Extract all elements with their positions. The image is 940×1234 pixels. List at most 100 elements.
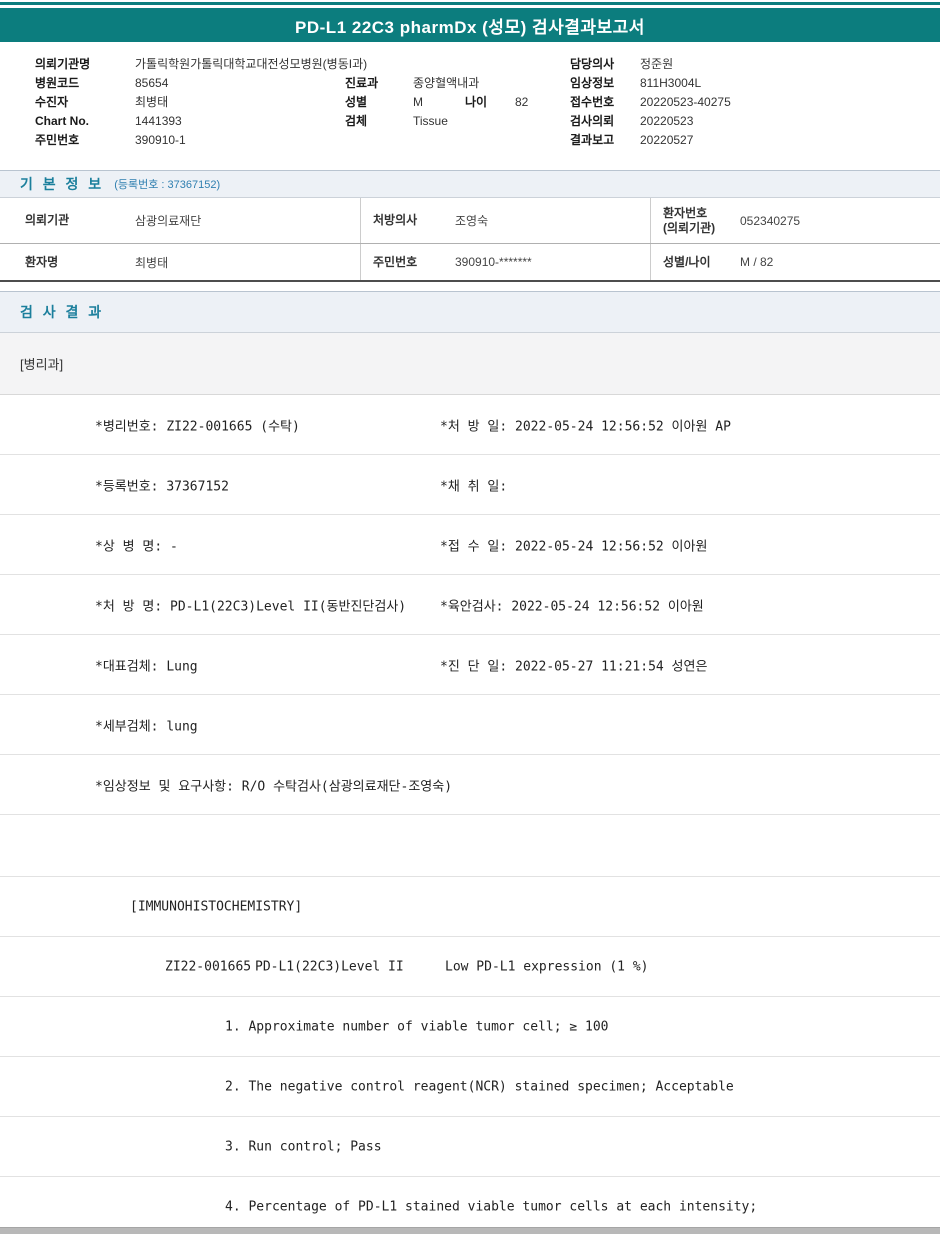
info-row: 병원코드 85654 — [35, 73, 367, 92]
detail-left-text: *처 방 명: PD-L1(22C3)Level II(동반진단검사) — [95, 599, 407, 614]
detail-right-text: *채 취 일: — [440, 479, 508, 494]
detail-left-text: *병리번호: ZI22-001665 (수탁) — [95, 419, 300, 434]
field-value: 20220523 — [640, 113, 694, 128]
field-label: 검체 — [345, 114, 368, 128]
field-value: Tissue — [413, 113, 448, 128]
info-row: 진료과 종양혈액내과 — [345, 73, 528, 92]
detail-right-text: *접 수 일: 2022-05-24 12:56:52 이아원 — [440, 539, 708, 554]
field-label: 검사의뢰 — [570, 114, 615, 128]
cell-value: M / 82 — [740, 255, 774, 269]
results-section-header: 검 사 결 과 — [0, 291, 940, 333]
field-label: Chart No. — [35, 113, 89, 128]
spacer-row — [0, 815, 940, 877]
detail-left-text: *상 병 명: - — [95, 539, 178, 554]
field-value: 20220527 — [640, 132, 694, 147]
field-label: 접수번호 — [570, 95, 615, 109]
column-label: 의뢰기관 — [25, 213, 70, 227]
patient-info-middle-column: 진료과 종양혈액내과 성별 M 나이 82 검체 Tissue — [345, 73, 528, 130]
basic-info-table: 의뢰기관 삼광의료재단 처방의사 조영숙 환자번호 (의뢰기관) 0523402… — [0, 198, 940, 282]
field-value: 가톨릭학원가톨릭대학교대전성모병원(병동I과) — [135, 57, 368, 71]
field-value: 1441393 — [135, 113, 182, 128]
field-label: 수진자 — [35, 95, 69, 109]
ihc-section-title: [IMMUNOHISTOCHEMISTRY] — [130, 899, 303, 914]
info-row: 담당의사 정준원 — [570, 54, 731, 73]
info-row: 임상정보 811H3004L — [570, 73, 731, 92]
info-row: 성별 M 나이 82 — [345, 92, 528, 111]
info-row: 검사의뢰 20220523 — [570, 111, 731, 130]
detail-left-text: *대표검체: Lung — [95, 659, 198, 674]
ihc-specimen-number: ZI22-001665 — [165, 959, 252, 974]
ihc-item-row: 4. Percentage of PD-L1 stained viable tu… — [0, 1177, 940, 1234]
info-row: Chart No. 1441393 — [35, 111, 367, 130]
info-row: 접수번호 20220523-40275 — [570, 92, 731, 111]
field-label: 의뢰기관명 — [35, 57, 91, 71]
ihc-item-text: 1. Approximate number of viable tumor ce… — [225, 1019, 609, 1034]
ihc-item-row: 1. Approximate number of viable tumor ce… — [0, 997, 940, 1057]
column-label: 환자명 — [25, 254, 59, 269]
cell-value: 390910-******* — [455, 255, 532, 269]
cell-value: 삼광의료재단 — [135, 214, 202, 228]
detail-row: *임상정보 및 요구사항: R/O 수탁검사(삼광의료재단-조영숙) — [0, 755, 940, 815]
field-label: 임상정보 — [570, 76, 615, 90]
column-label: 성별/나이 — [650, 244, 740, 280]
patient-info-left-column: 의뢰기관명 가톨릭학원가톨릭대학교대전성모병원(병동I과) 병원코드 85654 수… — [35, 54, 367, 149]
field-label: 진료과 — [345, 76, 379, 90]
field-value: 811H3004L — [640, 75, 702, 90]
ihc-result-row: ZI22-001665 PD-L1(22C3)Level II Low PD-L… — [0, 937, 940, 997]
info-row: 주민번호 390910-1 — [35, 130, 367, 149]
horizontal-scrollbar[interactable] — [0, 1227, 940, 1234]
field-value: 82 — [515, 94, 529, 109]
info-row: 검체 Tissue — [345, 111, 528, 130]
ihc-item-text: 4. Percentage of PD-L1 stained viable tu… — [225, 1199, 758, 1214]
field-label: 병원코드 — [35, 76, 80, 90]
cell-value: 052340275 — [740, 213, 801, 228]
ihc-result-text: Low PD-L1 expression (1 %) — [445, 959, 649, 974]
field-label: 주민번호 — [35, 133, 80, 147]
detail-left-text: *세부검체: lung — [95, 719, 198, 734]
ihc-test-name: PD-L1(22C3)Level II — [255, 959, 404, 974]
field-value: 종양혈액내과 — [413, 76, 480, 90]
ihc-item-row: 2. The negative control reagent(NCR) sta… — [0, 1057, 940, 1117]
table-row: 환자명 최병태 주민번호 390910-******* 성별/나이 M / 82 — [0, 244, 940, 280]
field-value: 20220523-40275 — [640, 94, 731, 109]
ihc-item-text: 2. The negative control reagent(NCR) sta… — [225, 1079, 734, 1094]
report-title-bar: PD-L1 22C3 pharmDx (성모) 검사결과보고서 — [0, 8, 940, 42]
field-label: 담당의사 — [570, 57, 615, 71]
top-accent-strip — [0, 2, 940, 5]
column-label: 주민번호 — [360, 244, 455, 280]
detail-right-text: *진 단 일: 2022-05-27 11:21:54 성연은 — [440, 659, 708, 674]
info-row: 의뢰기관명 가톨릭학원가톨릭대학교대전성모병원(병동I과) — [35, 54, 367, 73]
field-value: 정준원 — [640, 57, 674, 71]
cell-value: 최병태 — [135, 255, 169, 270]
detail-row: *등록번호: 37367152 *채 취 일: — [0, 455, 940, 515]
detail-row: *세부검체: lung — [0, 695, 940, 755]
detail-row: *병리번호: ZI22-001665 (수탁) *처 방 일: 2022-05-… — [0, 395, 940, 455]
detail-left-text: *임상정보 및 요구사항: R/O 수탁검사(삼광의료재단-조영숙) — [95, 779, 453, 794]
column-label: 환자번호 (의뢰기관) — [650, 198, 740, 243]
section-title: 기 본 정 보 — [20, 176, 105, 192]
detail-right-text: *육안검사: 2022-05-24 12:56:52 이아원 — [440, 599, 704, 614]
field-value: 390910-1 — [135, 132, 186, 147]
field-value: 최병태 — [135, 95, 169, 109]
column-label: 처방의사 — [360, 198, 455, 243]
field-value: 85654 — [135, 75, 169, 90]
patient-info-right-column: 담당의사 정준원 임상정보 811H3004L 접수번호 20220523-40275… — [570, 54, 731, 149]
table-row: 의뢰기관 삼광의료재단 처방의사 조영숙 환자번호 (의뢰기관) 0523402… — [0, 198, 940, 244]
ihc-item-row: 3. Run control; Pass — [0, 1117, 940, 1177]
registration-number: (등록번호 : 37367152) — [114, 179, 221, 191]
basic-info-section-header: 기 본 정 보 (등록번호 : 37367152) — [0, 170, 940, 198]
detail-row: *대표검체: Lung *진 단 일: 2022-05-27 11:21:54 … — [0, 635, 940, 695]
info-row: 결과보고 20220527 — [570, 130, 731, 149]
field-label: 결과보고 — [570, 133, 615, 147]
field-label: 성별 — [345, 95, 368, 109]
section-title: 검 사 결 과 — [20, 304, 105, 320]
detail-right-text: *처 방 일: 2022-05-24 12:56:52 이아원 AP — [440, 419, 731, 434]
ihc-item-text: 3. Run control; Pass — [225, 1139, 382, 1154]
info-row: 수진자 최병태 — [35, 92, 367, 111]
department-band: [병리과] — [0, 333, 940, 395]
report-title: PD-L1 22C3 pharmDx (성모) 검사결과보고서 — [295, 17, 645, 37]
field-value: M — [413, 94, 423, 109]
detail-row: *처 방 명: PD-L1(22C3)Level II(동반진단검사) *육안검… — [0, 575, 940, 635]
department-label: [병리과] — [20, 357, 64, 372]
ihc-section-row: [IMMUNOHISTOCHEMISTRY] — [0, 877, 940, 937]
